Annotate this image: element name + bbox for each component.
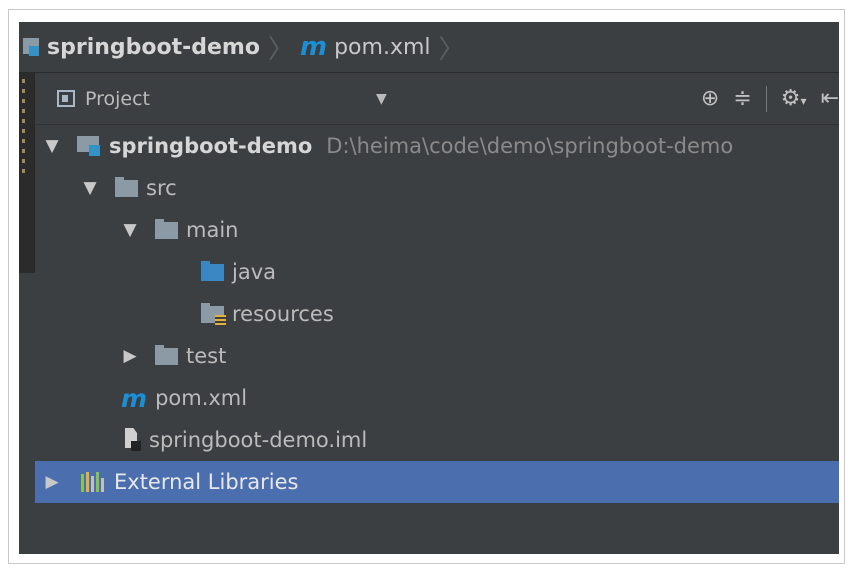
- project-view-icon: [57, 90, 75, 107]
- tree-node-test[interactable]: ▶ test: [35, 335, 839, 377]
- module-path: D:\heima\code\demo\springboot-demo: [326, 134, 734, 158]
- ide-window: springboot-demo 〉 m pom.xml 〉 Project ▼ …: [19, 22, 839, 554]
- tree-node-label: springboot-demo.iml: [149, 428, 368, 452]
- expanded-arrow-icon[interactable]: ▼: [41, 136, 63, 156]
- toolbar-icons: ⊕ ≑ ⚙▾ ⇤: [687, 73, 839, 124]
- breadcrumb-file[interactable]: pom.xml: [334, 35, 430, 60]
- left-gutter: [19, 73, 35, 273]
- breadcrumb-separator-icon: 〉: [438, 34, 465, 65]
- folder-icon: [155, 344, 178, 365]
- tree-node-label: test: [186, 344, 227, 368]
- tree-node-label: resources: [232, 302, 334, 326]
- resources-folder-icon: [201, 302, 226, 326]
- collapse-all-icon[interactable]: ≑: [733, 86, 751, 111]
- module-icon: [77, 136, 101, 156]
- gear-icon[interactable]: ⚙▾: [781, 86, 807, 111]
- module-icon: [23, 36, 41, 58]
- tree-node-label: springboot-demo: [109, 134, 313, 158]
- collapsed-arrow-icon[interactable]: ▶: [41, 472, 63, 492]
- project-view-label[interactable]: Project: [85, 88, 150, 110]
- tree-node-iml[interactable]: springboot-demo.iml: [35, 419, 839, 461]
- locate-icon[interactable]: ⊕: [701, 86, 719, 111]
- tree-node-java[interactable]: java: [35, 251, 839, 293]
- source-folder-icon: [201, 260, 224, 281]
- breadcrumb-project[interactable]: springboot-demo: [47, 35, 260, 60]
- tree-node-src[interactable]: ▼ src: [35, 167, 839, 209]
- project-toolbar: Project ▼ ⊕ ≑ ⚙▾ ⇤: [35, 73, 839, 125]
- tree-node-main[interactable]: ▼ main: [35, 209, 839, 251]
- project-tree: ▼ springboot-demo D:\heima\code\demo\spr…: [35, 125, 839, 554]
- breadcrumb-separator-icon: 〉: [267, 34, 294, 65]
- tree-node-pom[interactable]: m pom.xml: [35, 377, 839, 419]
- folder-icon: [115, 176, 138, 197]
- tree-node-label: src: [146, 176, 177, 200]
- tree-node-label: main: [186, 218, 239, 242]
- tree-node-external-libraries[interactable]: ▶ External Libraries: [35, 461, 839, 503]
- view-dropdown-icon[interactable]: ▼: [376, 91, 387, 107]
- expanded-arrow-icon[interactable]: ▼: [79, 178, 101, 198]
- tree-node-resources[interactable]: resources: [35, 293, 839, 335]
- tree-node-label: External Libraries: [114, 470, 299, 494]
- folder-icon: [155, 218, 178, 239]
- tree-node-label: java: [232, 260, 276, 284]
- tree-node-label: pom.xml: [155, 386, 248, 410]
- iml-file-icon: [123, 428, 141, 452]
- collapsed-arrow-icon[interactable]: ▶: [119, 346, 141, 366]
- hide-icon[interactable]: ⇤: [821, 86, 839, 111]
- maven-icon: m: [121, 383, 148, 413]
- navigation-bar: springboot-demo 〉 m pom.xml 〉: [19, 22, 839, 73]
- tree-node-root[interactable]: ▼ springboot-demo D:\heima\code\demo\spr…: [35, 125, 839, 167]
- toolbar-divider: [765, 85, 767, 112]
- libraries-icon: [81, 472, 106, 492]
- expanded-arrow-icon[interactable]: ▼: [119, 220, 141, 240]
- maven-icon: m: [300, 32, 328, 62]
